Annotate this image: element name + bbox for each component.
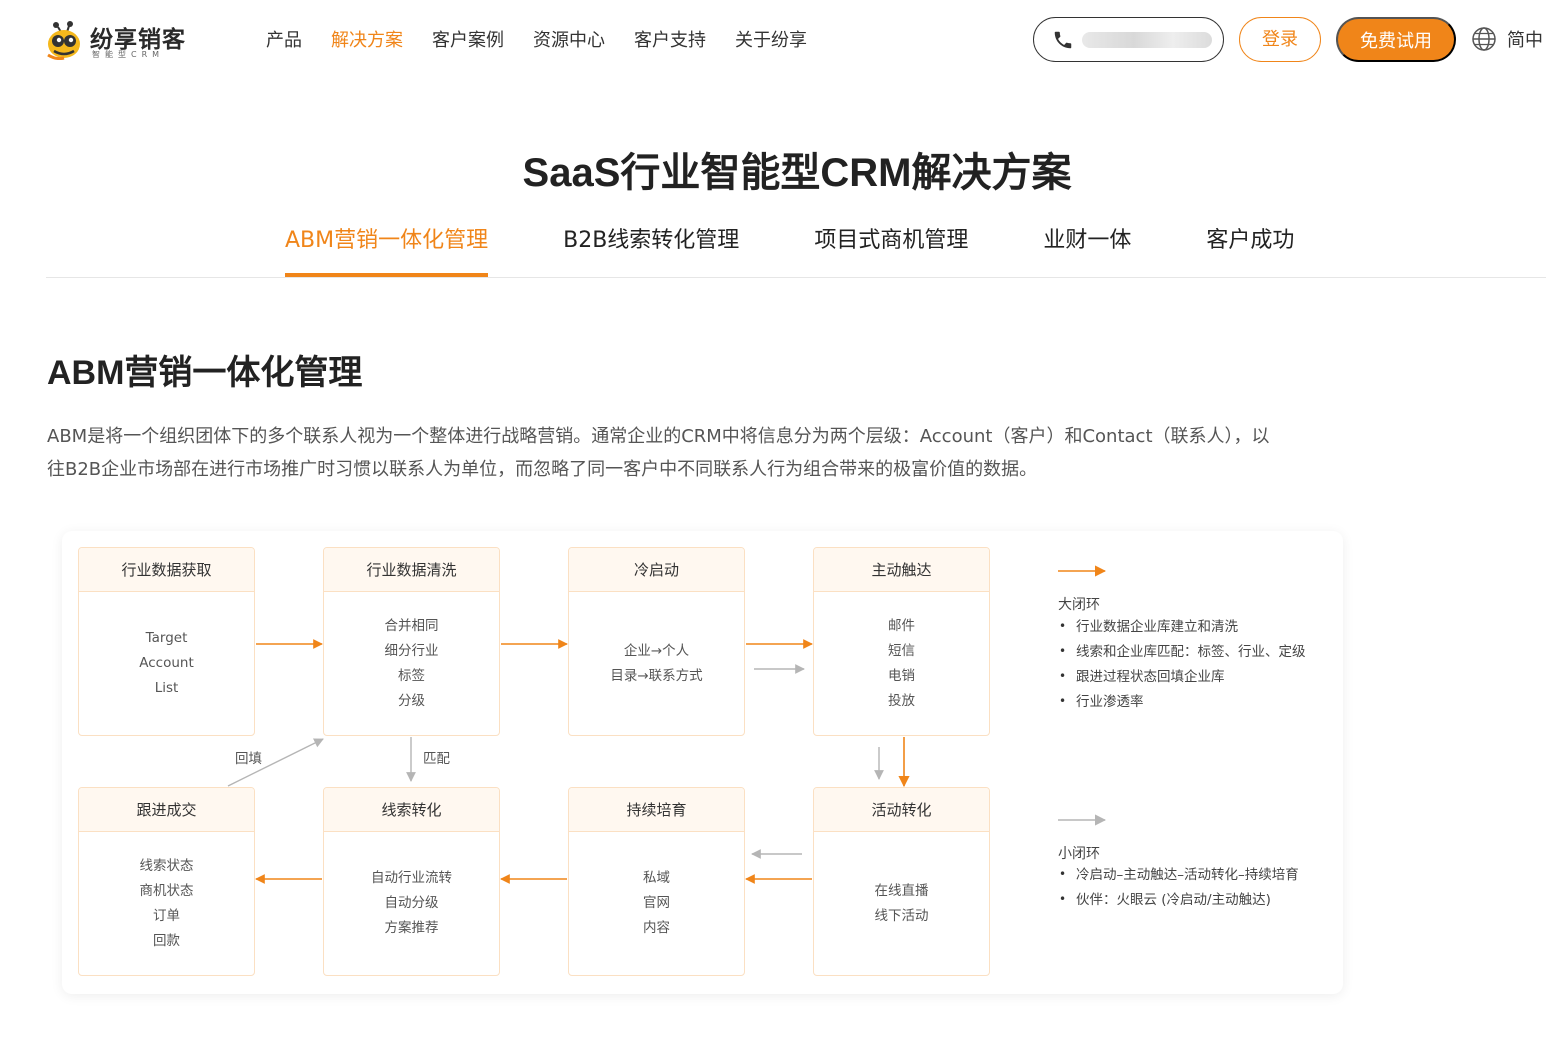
legend-item: 行业数据企业库建立和清洗 [1059, 614, 1306, 640]
section-description: ABM是将一个组织团体下的多个联系人视为一个整体进行战略营销。通常企业的CRM中… [47, 426, 1270, 480]
node-line: 目录→联系方式 [610, 667, 703, 684]
node-line: 订单 [153, 907, 180, 924]
node-line: 合并相同 [384, 617, 439, 634]
node-line: 线索状态 [139, 857, 194, 874]
brand-tagline: 智能型CRM [92, 50, 165, 59]
legend-major-title: 大闭环 [1058, 597, 1100, 613]
tab-finance[interactable]: 业财一体 [1043, 222, 1131, 277]
node-line: 私域 [643, 870, 670, 886]
login-button[interactable]: 登录 [1239, 17, 1321, 62]
abm-flow-diagram: 行业数据获取 Target Account List 行业数据清洗 合并相同 细… [62, 531, 1343, 994]
tab-project-opportunity[interactable]: 项目式商机管理 [814, 222, 968, 277]
legend-major-list: 行业数据企业库建立和清洗 线索和企业库匹配：标签、行业、定级 跟进过程状态回填企… [1059, 614, 1306, 715]
nav-item-support[interactable]: 客户支持 [634, 26, 706, 52]
brand-logo[interactable]: 纷享销客 智能型CRM [46, 18, 206, 62]
node-title: 冷启动 [569, 548, 744, 592]
node-nurture: 持续培育 私域 官网 内容 [568, 787, 745, 976]
node-line: 分级 [398, 692, 425, 709]
node-line: 企业→个人 [623, 642, 690, 659]
node-follow-deal: 跟进成交 线索状态 商机状态 订单 回款 [78, 787, 255, 976]
phone-icon [1054, 31, 1072, 49]
node-line: 内容 [643, 920, 670, 936]
tab-b2b-leads[interactable]: B2B线索转化管理 [563, 222, 739, 277]
nav-item-solutions[interactable]: 解决方案 [331, 26, 403, 52]
node-title: 线索转化 [324, 788, 499, 832]
node-data-acquire: 行业数据获取 Target Account List [78, 547, 255, 736]
node-line: 线下活动 [874, 907, 929, 924]
tab-abm[interactable]: ABM营销一体化管理 [285, 222, 489, 277]
edge-label-match: 匹配 [423, 751, 450, 767]
section-heading: ABM营销一体化管理 [47, 354, 363, 392]
node-title: 活动转化 [814, 788, 989, 832]
node-title: 行业数据清洗 [324, 548, 499, 592]
globe-icon [1472, 27, 1496, 51]
nav-item-products[interactable]: 产品 [266, 26, 302, 52]
site-header: 纷享销客 智能型CRM 产品 解决方案 客户案例 资源中心 客户支持 关于纷享 … [0, 0, 1565, 80]
bee-icon [47, 21, 80, 60]
phone-number-redacted [1082, 32, 1212, 48]
node-line: 邮件 [888, 617, 915, 634]
node-lead-convert: 线索转化 自动行业流转 自动分级 方案推荐 [323, 787, 500, 976]
node-line: 自动行业流转 [371, 870, 452, 886]
node-line: 投放 [888, 692, 915, 709]
page-title: SaaS行业智能型CRM解决方案 [522, 151, 1072, 195]
node-active-reach: 主动触达 邮件 短信 电销 投放 [813, 547, 990, 736]
nav-item-about[interactable]: 关于纷享 [735, 26, 807, 52]
node-line: 细分行业 [384, 642, 439, 659]
legend-item: 伙伴：火眼云 (冷启动/主动触达) [1059, 887, 1299, 913]
node-title: 跟进成交 [79, 788, 254, 832]
node-line: 回款 [153, 932, 180, 949]
edge-label-backfill: 回填 [235, 751, 262, 767]
language-switch[interactable]: 简中 [1471, 26, 1543, 52]
node-line: 在线直播 [874, 882, 929, 899]
phone-contact[interactable] [1033, 17, 1224, 62]
node-line: List [154, 680, 179, 696]
tab-customer-success[interactable]: 客户成功 [1206, 222, 1294, 277]
legend-item: 线索和企业库匹配：标签、行业、定级 [1059, 639, 1306, 665]
tabs-divider [46, 277, 1546, 278]
node-data-clean: 行业数据清洗 合并相同 细分行业 标签 分级 [323, 547, 500, 736]
nav-item-resources[interactable]: 资源中心 [533, 26, 605, 52]
node-line: 标签 [398, 667, 425, 684]
node-line: 官网 [643, 895, 670, 911]
legend-minor-list: 冷启动–主动触达–活动转化–持续培育 伙伴：火眼云 (冷启动/主动触达) [1059, 862, 1299, 913]
node-title: 持续培育 [569, 788, 744, 832]
node-line: 自动分级 [384, 895, 439, 911]
node-line: Target [145, 630, 188, 646]
free-trial-button[interactable]: 免费试用 [1336, 17, 1456, 62]
language-label: 简中 [1507, 30, 1543, 51]
node-line: 电销 [888, 667, 915, 684]
legend-item: 行业渗透率 [1059, 689, 1306, 715]
solution-tabs: ABM营销一体化管理 B2B线索转化管理 项目式商机管理 业财一体 客户成功 [285, 222, 1369, 277]
node-line: 商机状态 [139, 882, 194, 899]
node-line: 方案推荐 [384, 920, 439, 936]
node-title: 行业数据获取 [79, 548, 254, 592]
node-line: Account [139, 655, 194, 671]
node-line: 短信 [888, 642, 915, 659]
node-title: 主动触达 [814, 548, 989, 592]
legend-item: 冷启动–主动触达–活动转化–持续培育 [1059, 862, 1299, 888]
main-nav: 产品 解决方案 客户案例 资源中心 客户支持 关于纷享 [266, 26, 836, 52]
legend-item: 跟进过程状态回填企业库 [1059, 664, 1306, 690]
node-event-convert: 活动转化 在线直播 线下活动 [813, 787, 990, 976]
nav-item-cases[interactable]: 客户案例 [432, 26, 504, 52]
legend-minor-title: 小闭环 [1058, 846, 1100, 862]
node-cold-start: 冷启动 企业→个人 目录→联系方式 [568, 547, 745, 736]
